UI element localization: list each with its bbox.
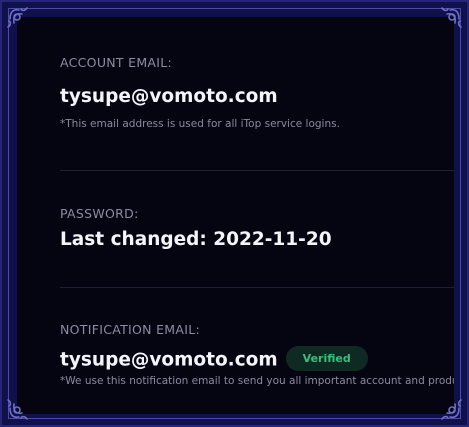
password-section: PASSWORD: Last changed: 2022-11-20 <box>60 206 454 252</box>
account-email-note: *This email address is used for all iTop… <box>60 118 340 130</box>
notification-email-row: tysupe@vomoto.com Verified <box>60 346 454 373</box>
password-last-changed: Last changed: 2022-11-20 <box>60 229 332 250</box>
notification-email-note: *We use this notification email to send … <box>60 375 454 387</box>
account-email-section: ACCOUNT EMAIL: tysupe@vomoto.com *This e… <box>60 55 454 131</box>
account-email-label: ACCOUNT EMAIL: <box>60 55 173 70</box>
notification-email-section: NOTIFICATION EMAIL: tysupe@vomoto.com Ver… <box>60 322 454 388</box>
notification-email-label: NOTIFICATION EMAIL: <box>60 322 200 337</box>
password-label: PASSWORD: <box>60 206 139 221</box>
account-settings-frame: ACCOUNT EMAIL: tysupe@vomoto.com *This e… <box>0 0 469 427</box>
verified-badge: Verified <box>285 346 368 371</box>
ornament-corner-icon <box>434 5 464 35</box>
notification-email-value: tysupe@vomoto.com <box>60 349 278 371</box>
account-panel: ACCOUNT EMAIL: tysupe@vomoto.com *This e… <box>17 17 454 414</box>
ornament-corner-icon <box>5 392 35 422</box>
section-divider <box>60 287 454 288</box>
ornament-corner-icon <box>5 5 35 35</box>
account-email-value: tysupe@vomoto.com <box>60 86 278 107</box>
section-divider <box>60 170 454 171</box>
ornament-corner-icon <box>434 392 464 422</box>
